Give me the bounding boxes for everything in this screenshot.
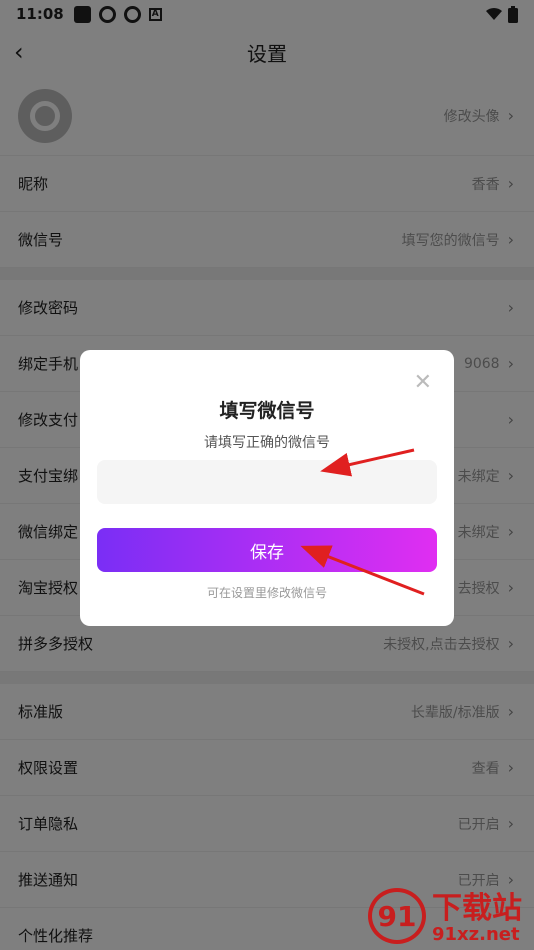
watermark-bottom-text: 91xz.net	[432, 924, 520, 945]
watermark-logo: 91	[368, 888, 426, 944]
wechat-dialog: ✕ 填写微信号 请填写正确的微信号 保存 可在设置里修改微信号	[80, 350, 454, 626]
watermark: 91 下载站 91xz.net	[368, 888, 522, 944]
wechat-id-input[interactable]	[97, 460, 437, 504]
dialog-title: 填写微信号	[219, 400, 315, 422]
dialog-hint: 可在设置里修改微信号	[206, 586, 327, 600]
dialog-subtitle: 请填写正确的微信号	[204, 435, 330, 451]
watermark-top-text: 下载站	[432, 891, 522, 926]
save-button[interactable]: 保存	[97, 528, 437, 572]
close-icon[interactable]: ✕	[414, 370, 432, 395]
